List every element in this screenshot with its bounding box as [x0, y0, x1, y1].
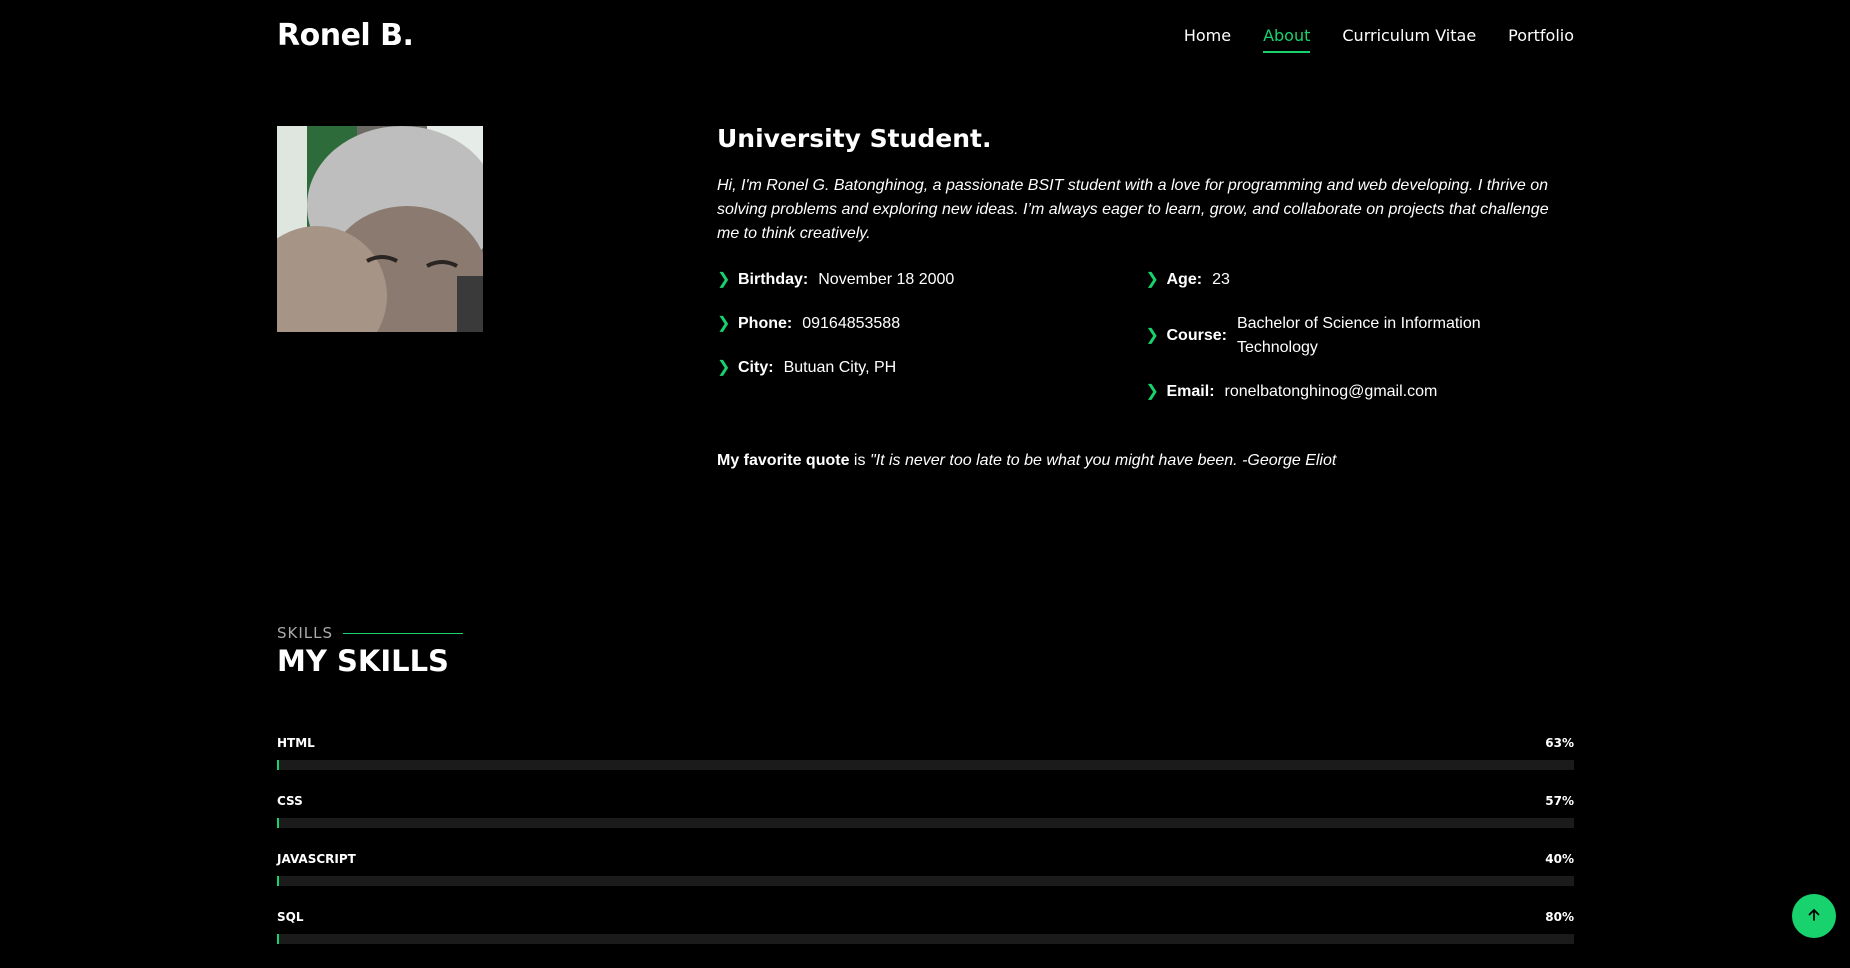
skill-bars: HTML 63% CSS 57% JAVASCRIPT 40% SQL 80%: [277, 736, 1574, 944]
about-intro: Hi, I'm Ronel G. Batonghinog, a passiona…: [717, 177, 1549, 242]
skill-percent: 40%: [1545, 852, 1574, 866]
skill-bar-javascript: JAVASCRIPT 40%: [277, 852, 1574, 886]
section-tag: SKILLS: [277, 624, 1574, 642]
info-city: ❯ City: Butuan City, PH: [717, 356, 1146, 380]
nav-about[interactable]: About: [1263, 26, 1311, 53]
skill-percent: 57%: [1545, 794, 1574, 808]
chevron-right-icon: ❯: [1145, 271, 1159, 288]
quote-label: My favorite quote: [717, 452, 850, 469]
info-value: Bachelor of Science in Information Techn…: [1236, 315, 1481, 356]
skill-percent: 63%: [1545, 736, 1574, 750]
main-nav: Home About Curriculum Vitae Portfolio: [1184, 26, 1574, 53]
skill-name: CSS: [277, 794, 303, 808]
chevron-right-icon: ❯: [1145, 383, 1159, 400]
nav-curriculum-vitae[interactable]: Curriculum Vitae: [1342, 26, 1476, 51]
skill-track: [277, 818, 1574, 828]
info-course: ❯ Course: Bachelor of Science in Informa…: [1146, 312, 1575, 360]
info-value: November 18 2000: [818, 271, 955, 288]
skill-name: SQL: [277, 910, 304, 924]
skill-fill: [277, 934, 279, 944]
chevron-right-icon: ❯: [717, 359, 731, 376]
info-column-left: ❯ Birthday: November 18 2000 ❯ Phone: 09…: [717, 268, 1146, 424]
info-age: ❯ Age: 23: [1146, 268, 1575, 292]
skills-title: MY SKILLS: [277, 644, 449, 678]
brand-logo[interactable]: Ronel B.: [277, 18, 414, 53]
skills-section: SKILLS MY SKILLS HTML 63% CSS 57% JAVASCRI…: [277, 624, 1574, 968]
info-phone: ❯ Phone: 09164853588: [717, 312, 1146, 336]
skill-fill: [277, 876, 279, 886]
about-section: University Student. Hi, I'm Ronel G. Bat…: [277, 126, 1574, 526]
arrow-up-icon: [1807, 906, 1821, 927]
info-birthday: ❯ Birthday: November 18 2000: [717, 268, 1146, 292]
info-label: Email:: [1166, 383, 1215, 400]
skill-bar-html: HTML 63%: [277, 736, 1574, 770]
skill-bar-css: CSS 57%: [277, 794, 1574, 828]
skill-fill: [277, 818, 279, 828]
favorite-quote: My favorite quote is "It is never too la…: [717, 452, 1574, 470]
skill-fill: [277, 760, 279, 770]
about-content: University Student. Hi, I'm Ronel G. Bat…: [717, 126, 1574, 470]
skill-name: HTML: [277, 736, 315, 750]
chevron-right-icon: ❯: [1145, 327, 1159, 344]
skill-track: [277, 760, 1574, 770]
skill-track: [277, 876, 1574, 886]
info-column-right: ❯ Age: 23 ❯ Course: Bachelor of Science …: [1146, 268, 1575, 424]
info-value: Butuan City, PH: [783, 359, 897, 376]
section-tag-label: SKILLS: [277, 624, 334, 642]
quote-connector: is: [853, 452, 866, 469]
skill-track: [277, 934, 1574, 944]
skill-percent: 80%: [1545, 910, 1574, 924]
nav-home[interactable]: Home: [1184, 26, 1231, 51]
chevron-right-icon: ❯: [717, 271, 731, 288]
chevron-right-icon: ❯: [717, 315, 731, 332]
info-value: ronelbatonghinog@gmail.com: [1224, 383, 1438, 400]
info-label: Birthday:: [738, 271, 809, 288]
info-value: 09164853588: [802, 315, 901, 332]
info-label: Phone:: [738, 315, 793, 332]
info-grid: ❯ Birthday: November 18 2000 ❯ Phone: 09…: [717, 268, 1574, 424]
info-email: ❯ Email: ronelbatonghinog@gmail.com: [1146, 380, 1575, 404]
info-label: Age:: [1166, 271, 1203, 288]
back-to-top-button[interactable]: [1792, 894, 1836, 938]
info-label: Course:: [1166, 327, 1227, 344]
info-label: City:: [738, 359, 774, 376]
nav-portfolio[interactable]: Portfolio: [1508, 26, 1574, 51]
info-value: 23: [1212, 271, 1230, 288]
section-tag-line: [343, 632, 464, 634]
header: Ronel B. Home About Curriculum Vitae Por…: [277, 0, 1574, 75]
profile-photo: [277, 126, 483, 332]
skill-bar-sql: SQL 80%: [277, 910, 1574, 944]
page-container: Ronel B. Home About Curriculum Vitae Por…: [277, 0, 1574, 944]
about-heading: University Student.: [717, 124, 992, 153]
skill-name: JAVASCRIPT: [277, 852, 356, 866]
quote-text: "It is never too late to be what you mig…: [869, 452, 1337, 469]
